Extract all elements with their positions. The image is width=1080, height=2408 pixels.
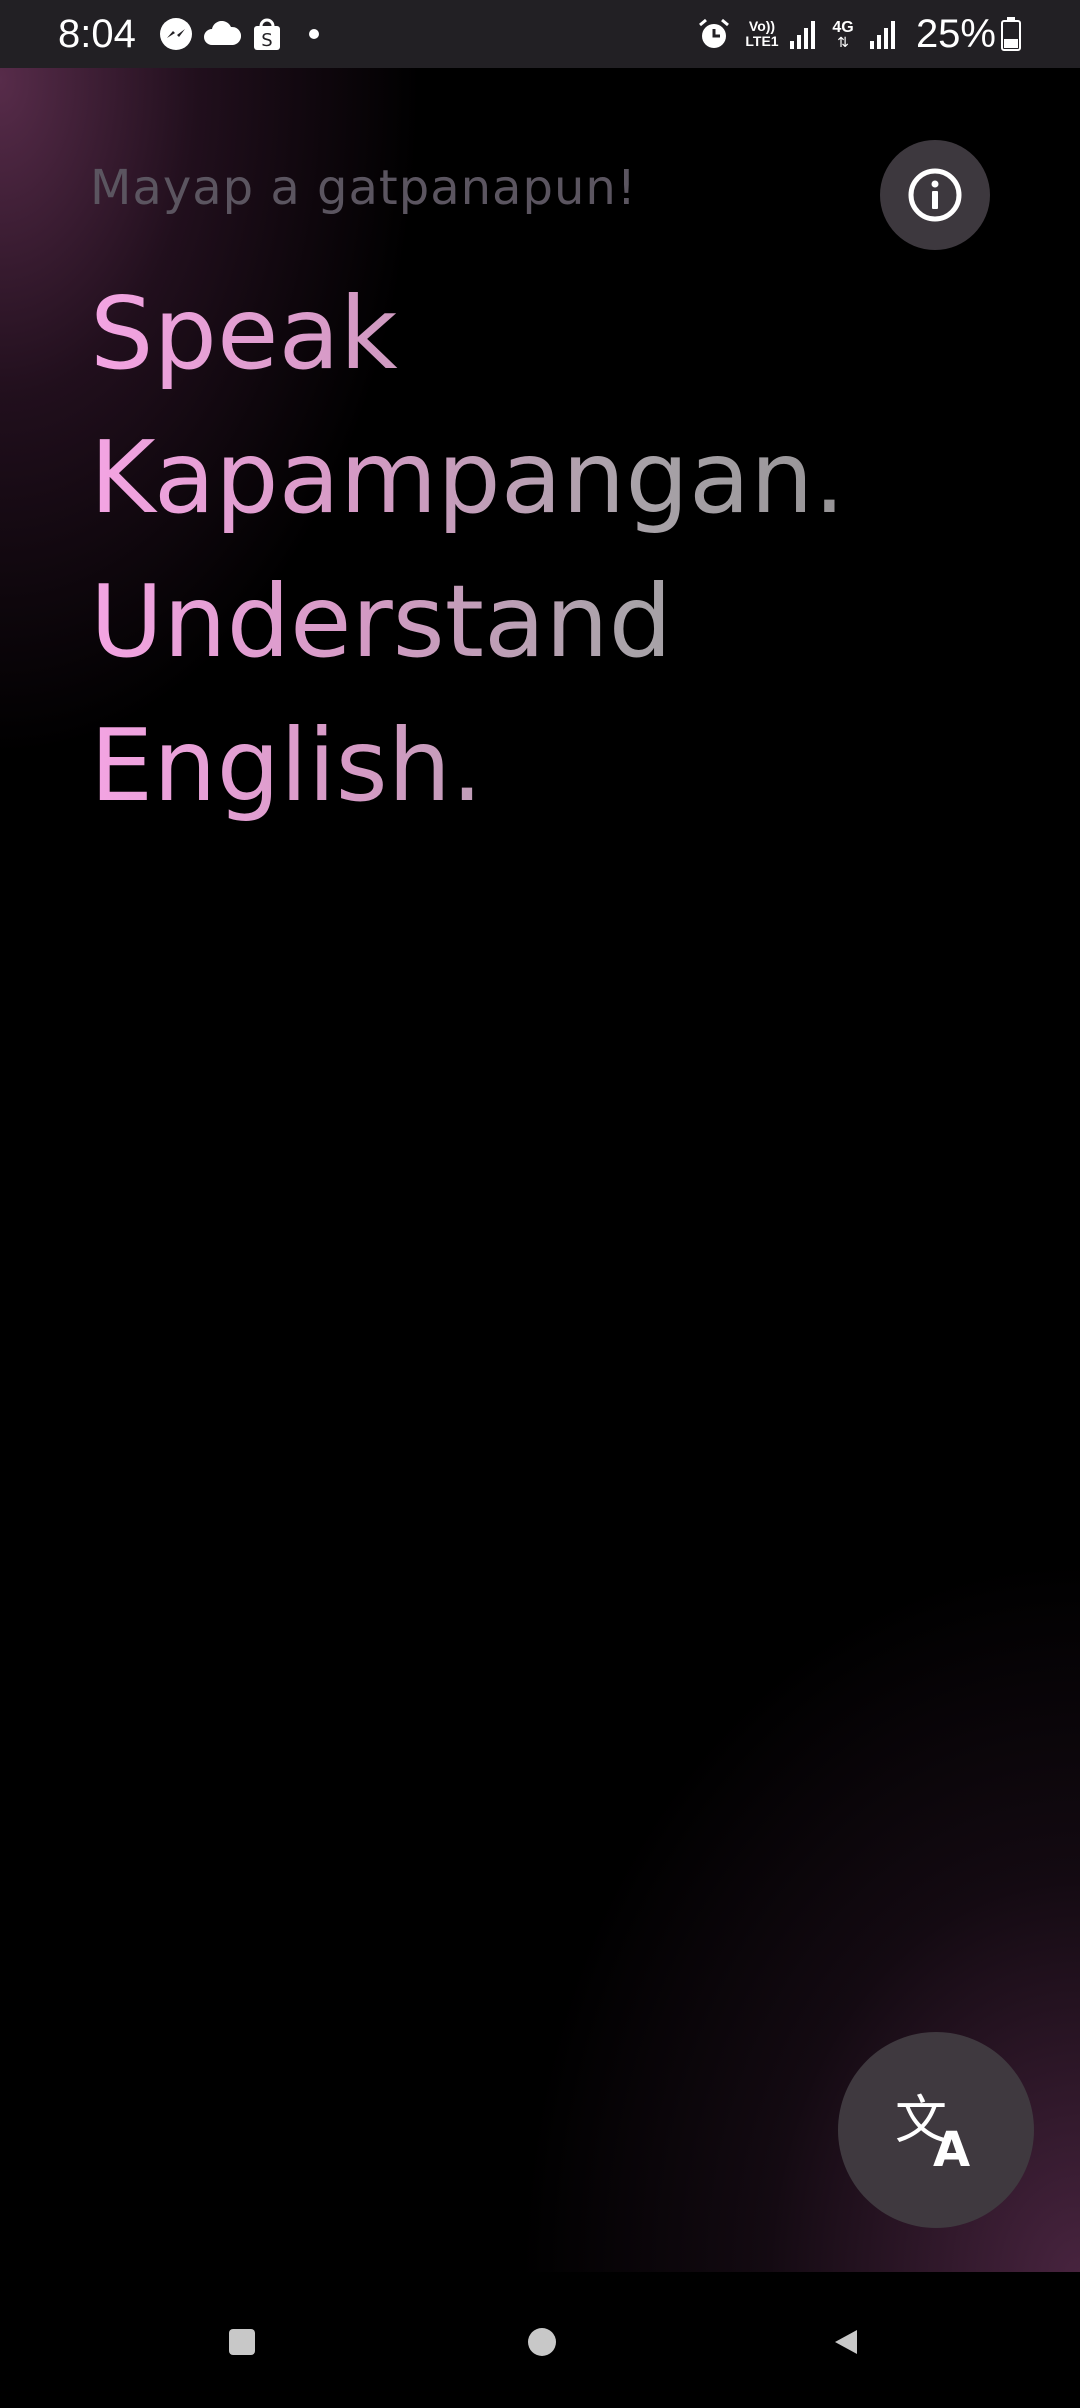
battery-icon — [1000, 14, 1022, 54]
network-label: 4G — [832, 18, 854, 36]
greeting-text: Mayap a gatpanapun! — [90, 160, 638, 216]
back-icon — [833, 2328, 859, 2356]
svg-text:S: S — [261, 30, 272, 51]
info-button[interactable] — [880, 140, 990, 250]
headline-line-2: Kapampangan. — [90, 419, 846, 536]
translate-button[interactable]: 文 A — [838, 2032, 1034, 2228]
volte-icon: Vo)) LTE1 — [740, 14, 784, 54]
4g-icon: 4G ⇅ — [832, 18, 854, 51]
signal-icon — [788, 14, 818, 54]
status-bar: 8:04 S Vo)) LTE1 4G ⇅ 25% — [0, 0, 1080, 68]
recents-icon — [228, 2328, 256, 2356]
alarm-icon — [696, 14, 732, 54]
dot-icon — [306, 14, 322, 54]
info-icon — [907, 167, 963, 223]
headline-line-1: Speak — [90, 275, 398, 392]
messenger-icon — [158, 14, 194, 54]
headline-line-3: Understand — [90, 563, 673, 680]
recents-button[interactable] — [212, 2312, 272, 2372]
signal-icon — [868, 14, 898, 54]
app-screen: 8:04 S Vo)) LTE1 4G ⇅ 25% Mayap a gatpan… — [0, 0, 1080, 2408]
shopee-icon: S — [250, 14, 284, 54]
back-button[interactable] — [816, 2312, 876, 2372]
home-icon — [527, 2327, 557, 2357]
cloud-icon — [202, 14, 242, 54]
home-button[interactable] — [512, 2312, 572, 2372]
navigation-bar — [0, 2272, 1080, 2408]
headline-line-4: English. — [90, 707, 483, 824]
svg-text:A: A — [933, 2122, 970, 2170]
translate-icon: 文 A — [893, 2090, 979, 2170]
battery-percent: 25% — [915, 12, 996, 56]
status-time: 8:04 — [58, 12, 136, 56]
volte-label: Vo)) LTE1 — [745, 18, 779, 49]
headline: Speak Kapampangan. Understand English. — [90, 262, 990, 838]
